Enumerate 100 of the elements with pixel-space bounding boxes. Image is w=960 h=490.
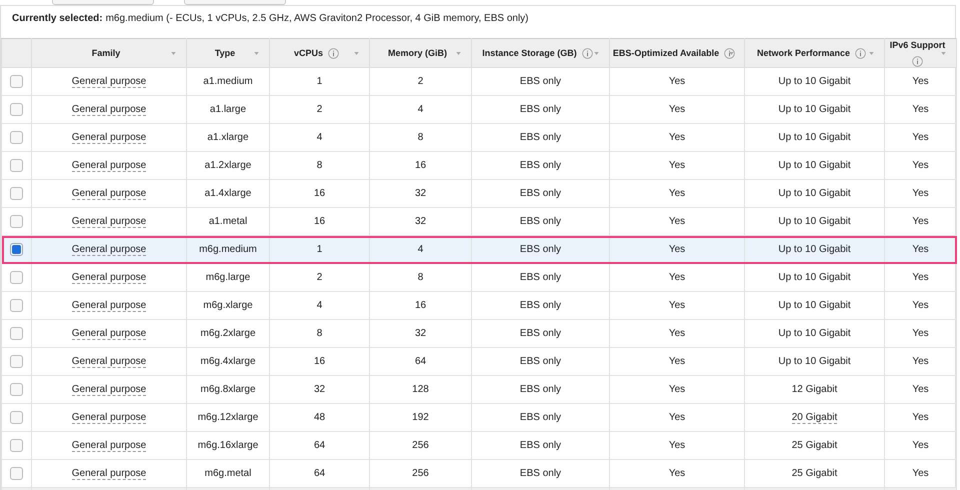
table-cell: Yes — [912, 132, 929, 143]
table-cell: EBS only — [520, 440, 562, 451]
row-checkbox[interactable] — [10, 411, 23, 424]
row-checkbox[interactable] — [10, 75, 23, 88]
row-checkbox[interactable] — [10, 187, 23, 200]
table-cell: EBS only — [520, 132, 562, 143]
network-link[interactable]: 20 Gigabit — [792, 412, 838, 424]
table-cell: 4 — [316, 132, 322, 143]
table-cell: EBS only — [520, 356, 562, 367]
column-header[interactable]: Memory (GiB) — [370, 38, 472, 68]
table-cell: Up to 10 Gigabit — [778, 244, 851, 255]
table-cell: Up to 10 Gigabit — [778, 160, 851, 171]
row-checkbox[interactable] — [10, 159, 23, 172]
table-cell: EBS only — [520, 188, 562, 199]
table-cell: EBS only — [520, 76, 562, 87]
sort-caret-icon[interactable] — [869, 52, 874, 55]
table-cell: Yes — [668, 328, 686, 339]
table-cell: 2 — [316, 272, 322, 283]
table-cell: m6g.4xlarge — [200, 356, 256, 367]
row-checkbox[interactable] — [10, 383, 23, 396]
table-cell: m6g.16xlarge — [198, 440, 258, 451]
table-cell: Yes — [668, 160, 686, 171]
table-cell: 25 Gigabit — [792, 468, 838, 479]
sort-caret-icon[interactable] — [354, 52, 359, 55]
info-icon[interactable] — [582, 48, 593, 58]
column-header[interactable]: vCPUs — [270, 38, 370, 68]
table-cell: Yes — [912, 440, 929, 451]
table-cell: Yes — [912, 356, 929, 367]
table-cell: m6g.large — [206, 272, 250, 283]
table-cell: EBS only — [520, 412, 562, 423]
row-checkbox[interactable] — [10, 439, 23, 452]
table-cell: 2 — [316, 104, 322, 115]
button-edge[interactable] — [52, 0, 154, 5]
table-cell: Yes — [912, 104, 929, 115]
row-checkbox[interactable] — [10, 243, 23, 256]
table-cell: 4 — [418, 104, 424, 115]
table-cell: Yes — [668, 104, 686, 115]
sort-caret-icon[interactable] — [171, 52, 176, 55]
table-cell: 32 — [414, 188, 426, 199]
column-header[interactable]: Type — [186, 38, 270, 68]
row-checkbox[interactable] — [10, 103, 23, 116]
table-cell: Yes — [912, 468, 929, 479]
table-cell: EBS only — [520, 384, 562, 395]
column-header[interactable]: EBS-Optimized Available — [610, 38, 744, 68]
table-cell: Yes — [912, 384, 929, 395]
table-cell: 16 — [314, 216, 326, 227]
row-checkbox[interactable] — [10, 355, 23, 368]
sort-caret-icon[interactable] — [254, 52, 259, 55]
column-header[interactable]: Instance Storage (GB) — [472, 38, 610, 68]
table-cell: 16 — [414, 300, 426, 311]
table-cell: 1 — [316, 244, 322, 255]
table-cell: 64 — [414, 356, 426, 367]
table-cell: Yes — [668, 440, 686, 451]
table-cell: 4 — [418, 244, 424, 255]
info-icon[interactable] — [724, 48, 736, 58]
table-cell: a1.xlarge — [207, 132, 249, 143]
sort-caret-icon[interactable] — [456, 52, 461, 55]
table-cell: Up to 10 Gigabit — [778, 272, 851, 283]
table-cell: Yes — [668, 244, 686, 255]
row-checkbox[interactable] — [10, 299, 23, 312]
row-checkbox[interactable] — [10, 271, 23, 284]
summary-label: Currently selected: — [12, 13, 103, 24]
table-cell: Yes — [912, 272, 929, 283]
table-cell: m6g.medium — [199, 244, 257, 255]
table-cell: 256 — [412, 440, 429, 451]
table-cell: Yes — [912, 300, 929, 311]
table-cell: Yes — [912, 328, 929, 339]
row-checkbox[interactable] — [10, 215, 23, 228]
column-header[interactable]: Network Performance — [744, 38, 884, 68]
table-cell: EBS only — [520, 104, 562, 115]
table-cell: Up to 10 Gigabit — [778, 300, 851, 311]
table-cell: EBS only — [520, 468, 562, 479]
table-cell: 16 — [314, 356, 326, 367]
table-cell: 8 — [316, 160, 322, 171]
sort-caret-icon[interactable] — [941, 52, 946, 55]
table-cell: m6g.2xlarge — [200, 328, 256, 339]
table-cell: EBS only — [520, 328, 562, 339]
button-edge[interactable] — [184, 0, 286, 5]
row-checkbox[interactable] — [10, 467, 23, 480]
selected-row[interactable]: General purpose m6g.medium 1 4 EBS only Yes Up to 10 Gigabit Yes — [2, 236, 956, 264]
row-checkbox[interactable] — [10, 131, 23, 144]
info-icon[interactable] — [328, 48, 339, 58]
table-cell: a1.large — [210, 104, 246, 115]
table-cell: 25 Gigabit — [792, 440, 838, 451]
info-icon[interactable] — [855, 48, 866, 58]
table-cell: 12 Gigabit — [792, 384, 838, 395]
table-cell: 1 — [316, 76, 322, 87]
info-icon[interactable] — [912, 56, 923, 67]
table-cell: Yes — [912, 160, 929, 171]
table-cell: Yes — [668, 188, 686, 199]
sort-caret-icon[interactable] — [729, 52, 734, 55]
table-cell: Yes — [668, 356, 686, 367]
column-header[interactable]: Family — [32, 38, 186, 68]
sort-caret-icon[interactable] — [594, 52, 599, 55]
table-cell: 128 — [412, 384, 429, 395]
column-header[interactable]: IPv6 Support — [884, 38, 956, 68]
row-checkbox[interactable] — [10, 327, 23, 340]
table-cell: 256 — [412, 468, 429, 479]
table-cell: Up to 10 Gigabit — [778, 328, 851, 339]
table-cell: 64 — [314, 468, 326, 479]
